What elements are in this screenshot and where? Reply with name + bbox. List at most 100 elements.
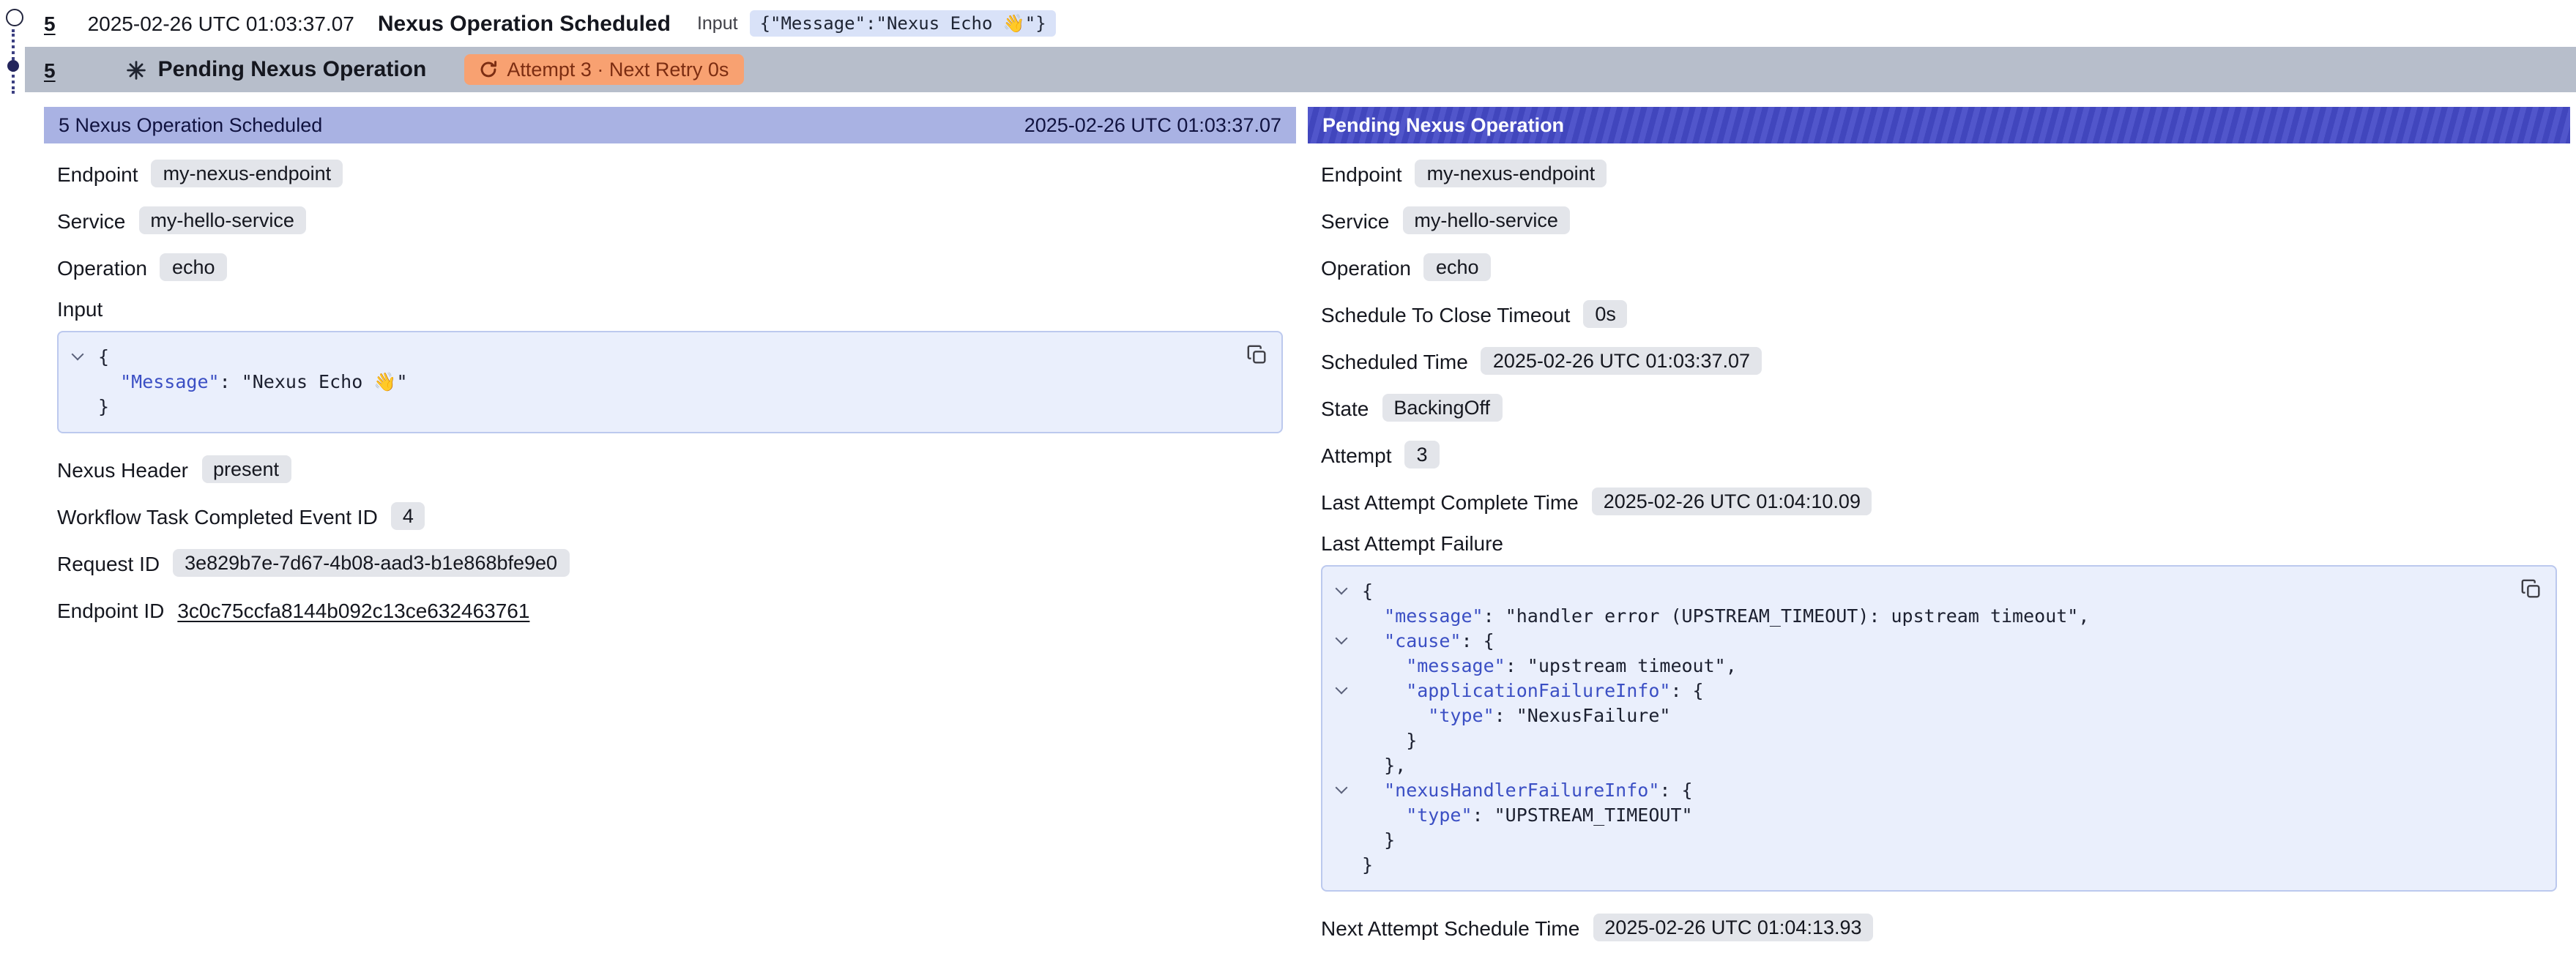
code-line: { xyxy=(1322,578,2491,603)
event-timestamp: 2025-02-26 UTC 01:03:37.07 xyxy=(88,12,354,35)
field-value-badge: my-nexus-endpoint xyxy=(1415,160,1607,187)
code-line: "type": "UPSTREAM_TIMEOUT" xyxy=(1322,802,2491,827)
input-json-viewer: { "Message": "Nexus Echo 👋"} xyxy=(57,331,1283,433)
field-label: Endpoint ID xyxy=(57,598,164,621)
copy-icon xyxy=(1246,343,1267,365)
code-line: } xyxy=(1322,728,2491,753)
timeline-gutter xyxy=(0,0,29,110)
pending-panel-title: Pending Nexus Operation xyxy=(1322,114,1564,136)
field-label: Operation xyxy=(1321,255,1411,279)
asterisk-icon xyxy=(126,59,146,80)
field-next-attempt-schedule-time: Next Attempt Schedule Time 2025-02-26 UT… xyxy=(1321,911,2557,944)
field-label: Service xyxy=(57,209,125,232)
pending-panel-body: Endpoint my-nexus-endpoint Service my-he… xyxy=(1308,143,2570,956)
field-label: Nexus Header xyxy=(57,458,188,481)
detail-panels: 5 Nexus Operation Scheduled 2025-02-26 U… xyxy=(44,107,2570,956)
field-wft-completed-event-id: Workflow Task Completed Event ID 4 xyxy=(57,499,1283,533)
field-value-badge: 2025-02-26 UTC 01:03:37.07 xyxy=(1481,347,1762,375)
endpoint-id-link[interactable]: 3c0c75ccfa8144b092c13ce632463761 xyxy=(177,598,529,621)
event-id-link[interactable]: 5 xyxy=(44,12,56,35)
chevron-down-icon[interactable] xyxy=(1336,783,1349,796)
timeline-pending-dot-icon xyxy=(7,60,19,72)
field-value-badge: 2025-02-26 UTC 01:04:13.93 xyxy=(1593,914,1873,941)
field-value-badge: 2025-02-26 UTC 01:04:10.09 xyxy=(1592,488,1872,515)
scheduled-panel-timestamp: 2025-02-26 UTC 01:03:37.07 xyxy=(1024,114,1281,136)
code-line: "cause": { xyxy=(1322,628,2491,653)
field-value-badge: 3 xyxy=(1405,441,1440,468)
history-page: 5 2025-02-26 UTC 01:03:37.07 Nexus Opera… xyxy=(0,0,2576,956)
code-line: } xyxy=(1322,852,2491,877)
field-value-badge: 4 xyxy=(391,502,425,530)
code-line: "type": "NexusFailure" xyxy=(1322,703,2491,728)
field-operation: Operation echo xyxy=(1321,250,2557,284)
pending-operation-row[interactable]: 5 Pending Nexus Operation Attempt 3 · Ne… xyxy=(25,47,2576,92)
field-label: Last Attempt Complete Time xyxy=(1321,490,1579,513)
failure-json-viewer: { "message": "handler error (UPSTREAM_TI… xyxy=(1321,565,2557,892)
state-badge: BackingOff xyxy=(1382,394,1502,422)
chevron-down-icon[interactable] xyxy=(1336,634,1349,647)
field-label: Service xyxy=(1321,209,1389,232)
chevron-down-icon[interactable] xyxy=(1336,684,1349,697)
code-line: }, xyxy=(1322,753,2491,777)
scheduled-panel-header: 5 Nexus Operation Scheduled 2025-02-26 U… xyxy=(44,107,1296,143)
copy-button[interactable] xyxy=(1243,341,1270,367)
code-line: } xyxy=(1322,827,2491,852)
field-label: Request ID xyxy=(57,551,160,575)
pending-operation-panel: Pending Nexus Operation Endpoint my-nexu… xyxy=(1308,107,2570,956)
code-line: "message": "handler error (UPSTREAM_TIME… xyxy=(1322,603,2491,628)
code-line: "Message": "Nexus Echo 👋" xyxy=(59,369,1217,394)
field-request-id: Request ID 3e829b7e-7d67-4b08-aad3-b1e86… xyxy=(57,546,1283,580)
field-label: Schedule To Close Timeout xyxy=(1321,302,1570,326)
field-scheduled-time: Scheduled Time 2025-02-26 UTC 01:03:37.0… xyxy=(1321,344,2557,378)
field-value-badge: echo xyxy=(160,253,227,281)
field-state: State BackingOff xyxy=(1321,391,2557,425)
field-endpoint: Endpoint my-nexus-endpoint xyxy=(1321,157,2557,190)
event-title: Nexus Operation Scheduled xyxy=(378,11,671,36)
code-line: "applicationFailureInfo": { xyxy=(1322,678,2491,703)
field-value-badge: echo xyxy=(1424,253,1491,281)
event-input-preview: {"Message":"Nexus Echo 👋"} xyxy=(750,10,1057,37)
field-operation: Operation echo xyxy=(57,250,1283,284)
timeline-circle-icon xyxy=(6,9,23,26)
field-value-badge: my-nexus-endpoint xyxy=(152,160,343,187)
chevron-down-icon[interactable] xyxy=(72,350,85,363)
chevron-down-icon[interactable] xyxy=(1336,584,1349,597)
field-value-badge: 0s xyxy=(1583,300,1628,328)
field-value-badge: my-hello-service xyxy=(1402,206,1570,234)
scheduled-panel-body: Endpoint my-nexus-endpoint Service my-he… xyxy=(44,143,1296,640)
event-row-scheduled[interactable]: 5 2025-02-26 UTC 01:03:37.07 Nexus Opera… xyxy=(0,0,2576,47)
field-value-badge: my-hello-service xyxy=(138,206,306,234)
pending-title: Pending Nexus Operation xyxy=(158,57,427,82)
field-value-badge: 3e829b7e-7d67-4b08-aad3-b1e868bfe9e0 xyxy=(173,549,569,577)
field-label: Endpoint xyxy=(1321,162,1402,185)
copy-icon xyxy=(2520,578,2542,600)
copy-button[interactable] xyxy=(2517,575,2544,602)
field-nexus-header: Nexus Header present xyxy=(57,452,1283,486)
code-line: } xyxy=(59,394,1217,419)
event-input-label: Input xyxy=(697,13,738,34)
field-last-attempt-complete-time: Last Attempt Complete Time 2025-02-26 UT… xyxy=(1321,485,2557,518)
field-service: Service my-hello-service xyxy=(1321,203,2557,237)
field-label: Workflow Task Completed Event ID xyxy=(57,504,378,528)
code-line: "nexusHandlerFailureInfo": { xyxy=(1322,777,2491,802)
code-line: { xyxy=(59,344,1217,369)
scheduled-event-panel: 5 Nexus Operation Scheduled 2025-02-26 U… xyxy=(44,107,1296,956)
field-label: Operation xyxy=(57,255,147,279)
retry-arrow-icon xyxy=(479,60,498,79)
field-label: Endpoint xyxy=(57,162,138,185)
field-endpoint: Endpoint my-nexus-endpoint xyxy=(57,157,1283,190)
field-schedule-to-close-timeout: Schedule To Close Timeout 0s xyxy=(1321,297,2557,331)
field-label: Attempt xyxy=(1321,443,1392,466)
pending-id-link[interactable]: 5 xyxy=(44,58,56,81)
field-label: State xyxy=(1321,396,1369,419)
field-attempt: Attempt 3 xyxy=(1321,438,2557,471)
field-service: Service my-hello-service xyxy=(57,203,1283,237)
field-endpoint-id: Endpoint ID 3c0c75ccfa8144b092c13ce63246… xyxy=(57,593,1283,627)
field-label: Next Attempt Schedule Time xyxy=(1321,916,1579,939)
pending-panel-header: Pending Nexus Operation xyxy=(1308,107,2570,143)
last-attempt-failure-label: Last Attempt Failure xyxy=(1321,531,2557,555)
input-section-label: Input xyxy=(57,297,1283,321)
scheduled-panel-title: 5 Nexus Operation Scheduled xyxy=(59,114,322,136)
field-value-badge: present xyxy=(201,455,291,483)
code-line: "message": "upstream timeout", xyxy=(1322,653,2491,678)
